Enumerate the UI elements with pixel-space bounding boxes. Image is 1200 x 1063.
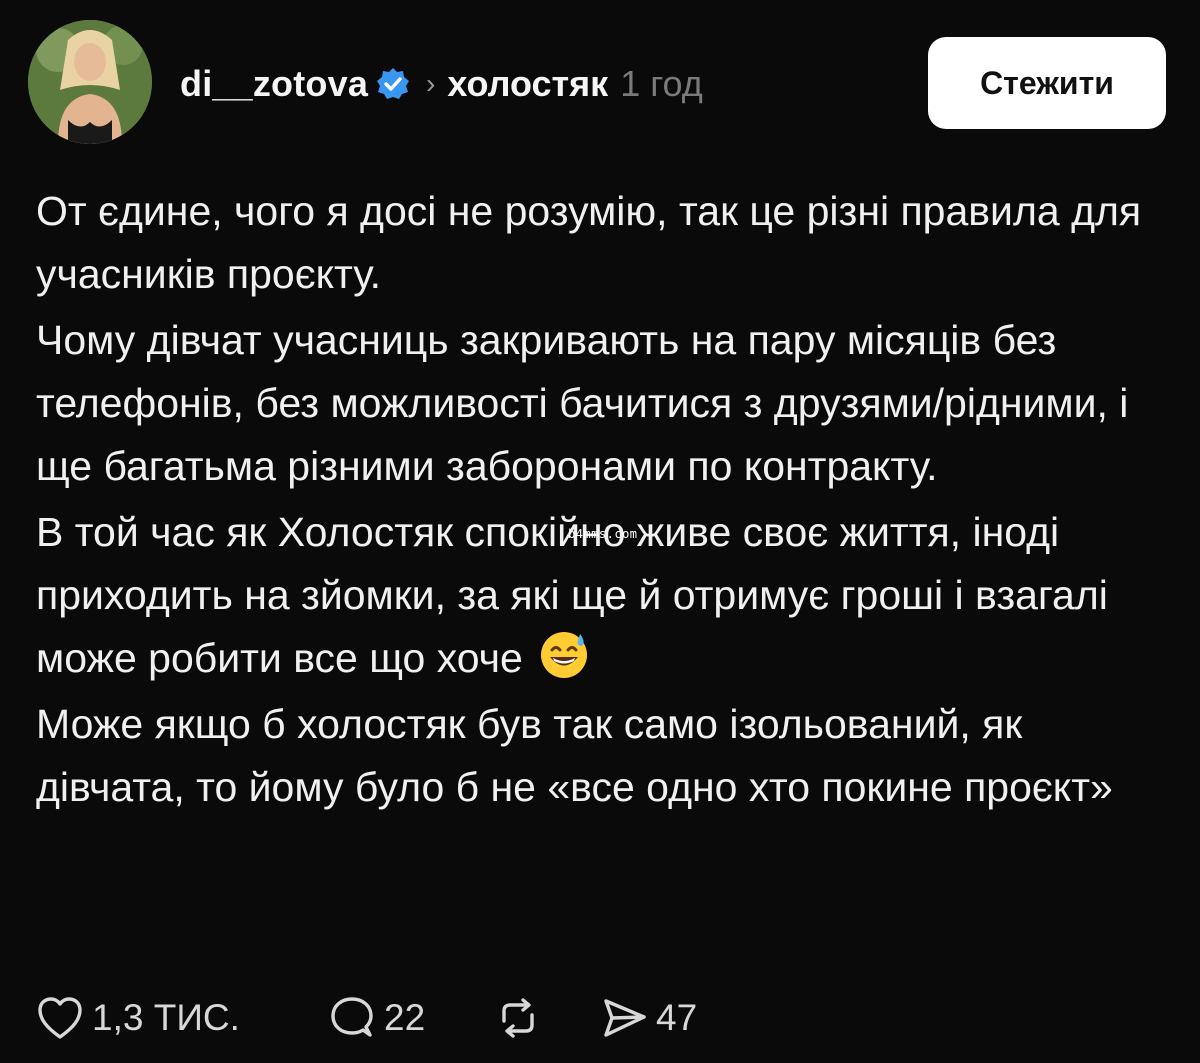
post-paragraph: От єдине, чого я досі не розумію, так це… — [36, 188, 1142, 297]
post-body: От єдине, чого я досі не розумію, так це… — [36, 180, 1176, 822]
post-header: di__zotova › холостяк 1 год — [180, 56, 703, 112]
watermark: b4mms.com — [568, 527, 638, 541]
like-count: 1,3 ТИС. — [92, 997, 240, 1038]
post-timestamp: 1 год — [620, 63, 703, 104]
like-button[interactable]: 1,3 ТИС. — [36, 995, 276, 1041]
author-username[interactable]: di__zotova — [180, 63, 368, 105]
send-icon — [604, 999, 646, 1037]
follow-button[interactable]: Стежити — [928, 37, 1166, 129]
post-paragraph: Чому дівчат учасниць закривають на пару … — [36, 317, 1129, 489]
topic-tag[interactable]: холостяк — [447, 63, 608, 105]
repost-icon — [502, 998, 534, 1038]
heart-icon — [38, 997, 82, 1039]
comment-button[interactable]: 22 — [328, 995, 446, 1041]
chevron-right-icon: › — [426, 68, 436, 99]
grinning-face-with-sweat-emoji — [541, 632, 588, 678]
post-paragraph: Може якщо б холостяк був так само ізольо… — [36, 701, 1113, 810]
repost-button[interactable] — [494, 995, 564, 1041]
share-count: 47 — [656, 997, 698, 1038]
comment-icon — [331, 997, 373, 1037]
avatar-photo — [28, 20, 152, 144]
action-bar: 1,3 ТИС. 22 47 — [36, 990, 697, 1046]
share-button[interactable]: 47 — [600, 995, 697, 1041]
comment-count: 22 — [384, 997, 426, 1038]
author-avatar[interactable] — [28, 20, 152, 144]
verified-badge-icon — [377, 68, 410, 99]
thread-post: di__zotova › холостяк 1 год Стежити От є… — [0, 0, 1200, 1063]
